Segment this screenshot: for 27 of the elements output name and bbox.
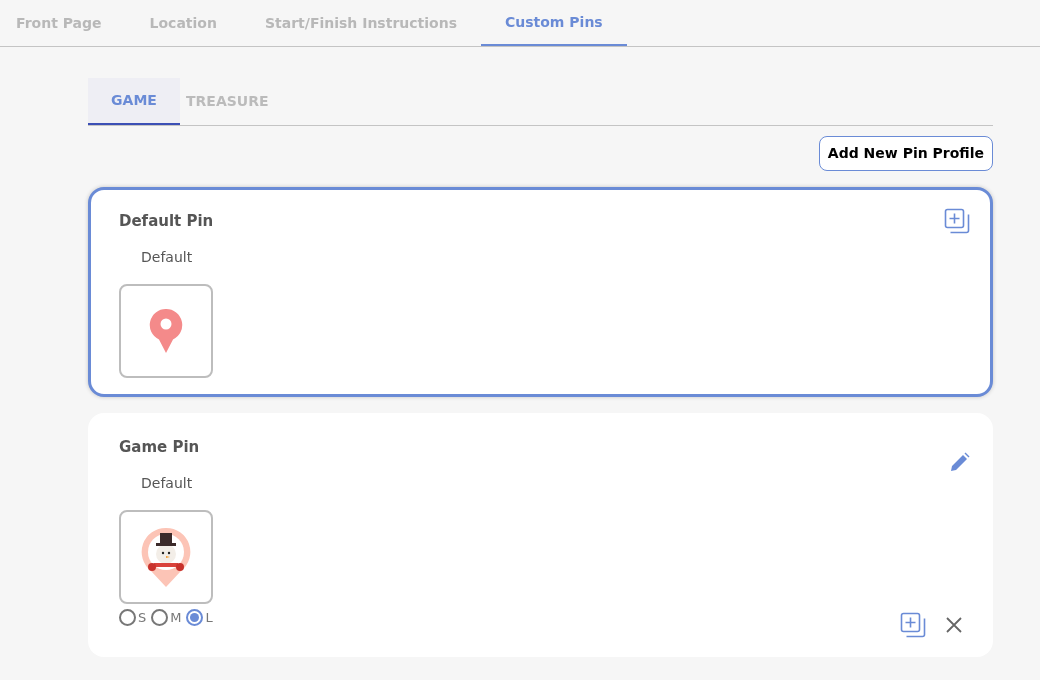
close-icon xyxy=(946,617,962,633)
main-tab[interactable]: Front Page xyxy=(0,0,126,46)
card-title: Game Pin xyxy=(119,437,200,458)
radio-label: L xyxy=(205,608,213,627)
add-pin-profile-button[interactable]: Add New Pin Profile xyxy=(818,136,993,171)
main-tab[interactable]: Start/Finish Instructions xyxy=(240,0,481,46)
sub-tab[interactable]: TREASURE xyxy=(180,78,272,125)
radio-button[interactable] xyxy=(186,608,204,626)
pencil-icon xyxy=(950,452,970,472)
main-tab[interactable]: Custom Pins xyxy=(480,0,627,46)
duplicate-icon xyxy=(900,612,926,638)
delete-button[interactable] xyxy=(946,617,962,633)
map-pin-icon xyxy=(149,307,183,354)
main-tab[interactable]: Location xyxy=(125,0,241,46)
profile-label: Default xyxy=(141,247,194,267)
duplicate-button[interactable] xyxy=(944,208,970,234)
duplicate-button[interactable] xyxy=(900,612,926,638)
sub-tab[interactable]: GAME xyxy=(88,78,180,125)
profile-label: Default xyxy=(141,473,194,493)
radio-button[interactable] xyxy=(151,608,169,626)
snowman-pin-drawing xyxy=(139,525,193,588)
edit-button[interactable] xyxy=(950,452,970,472)
card-title: Default Pin xyxy=(119,211,214,232)
radio-button[interactable] xyxy=(119,608,136,626)
duplicate-icon xyxy=(944,208,970,234)
radio-label: S xyxy=(138,608,147,627)
radio-label: M xyxy=(170,608,182,627)
